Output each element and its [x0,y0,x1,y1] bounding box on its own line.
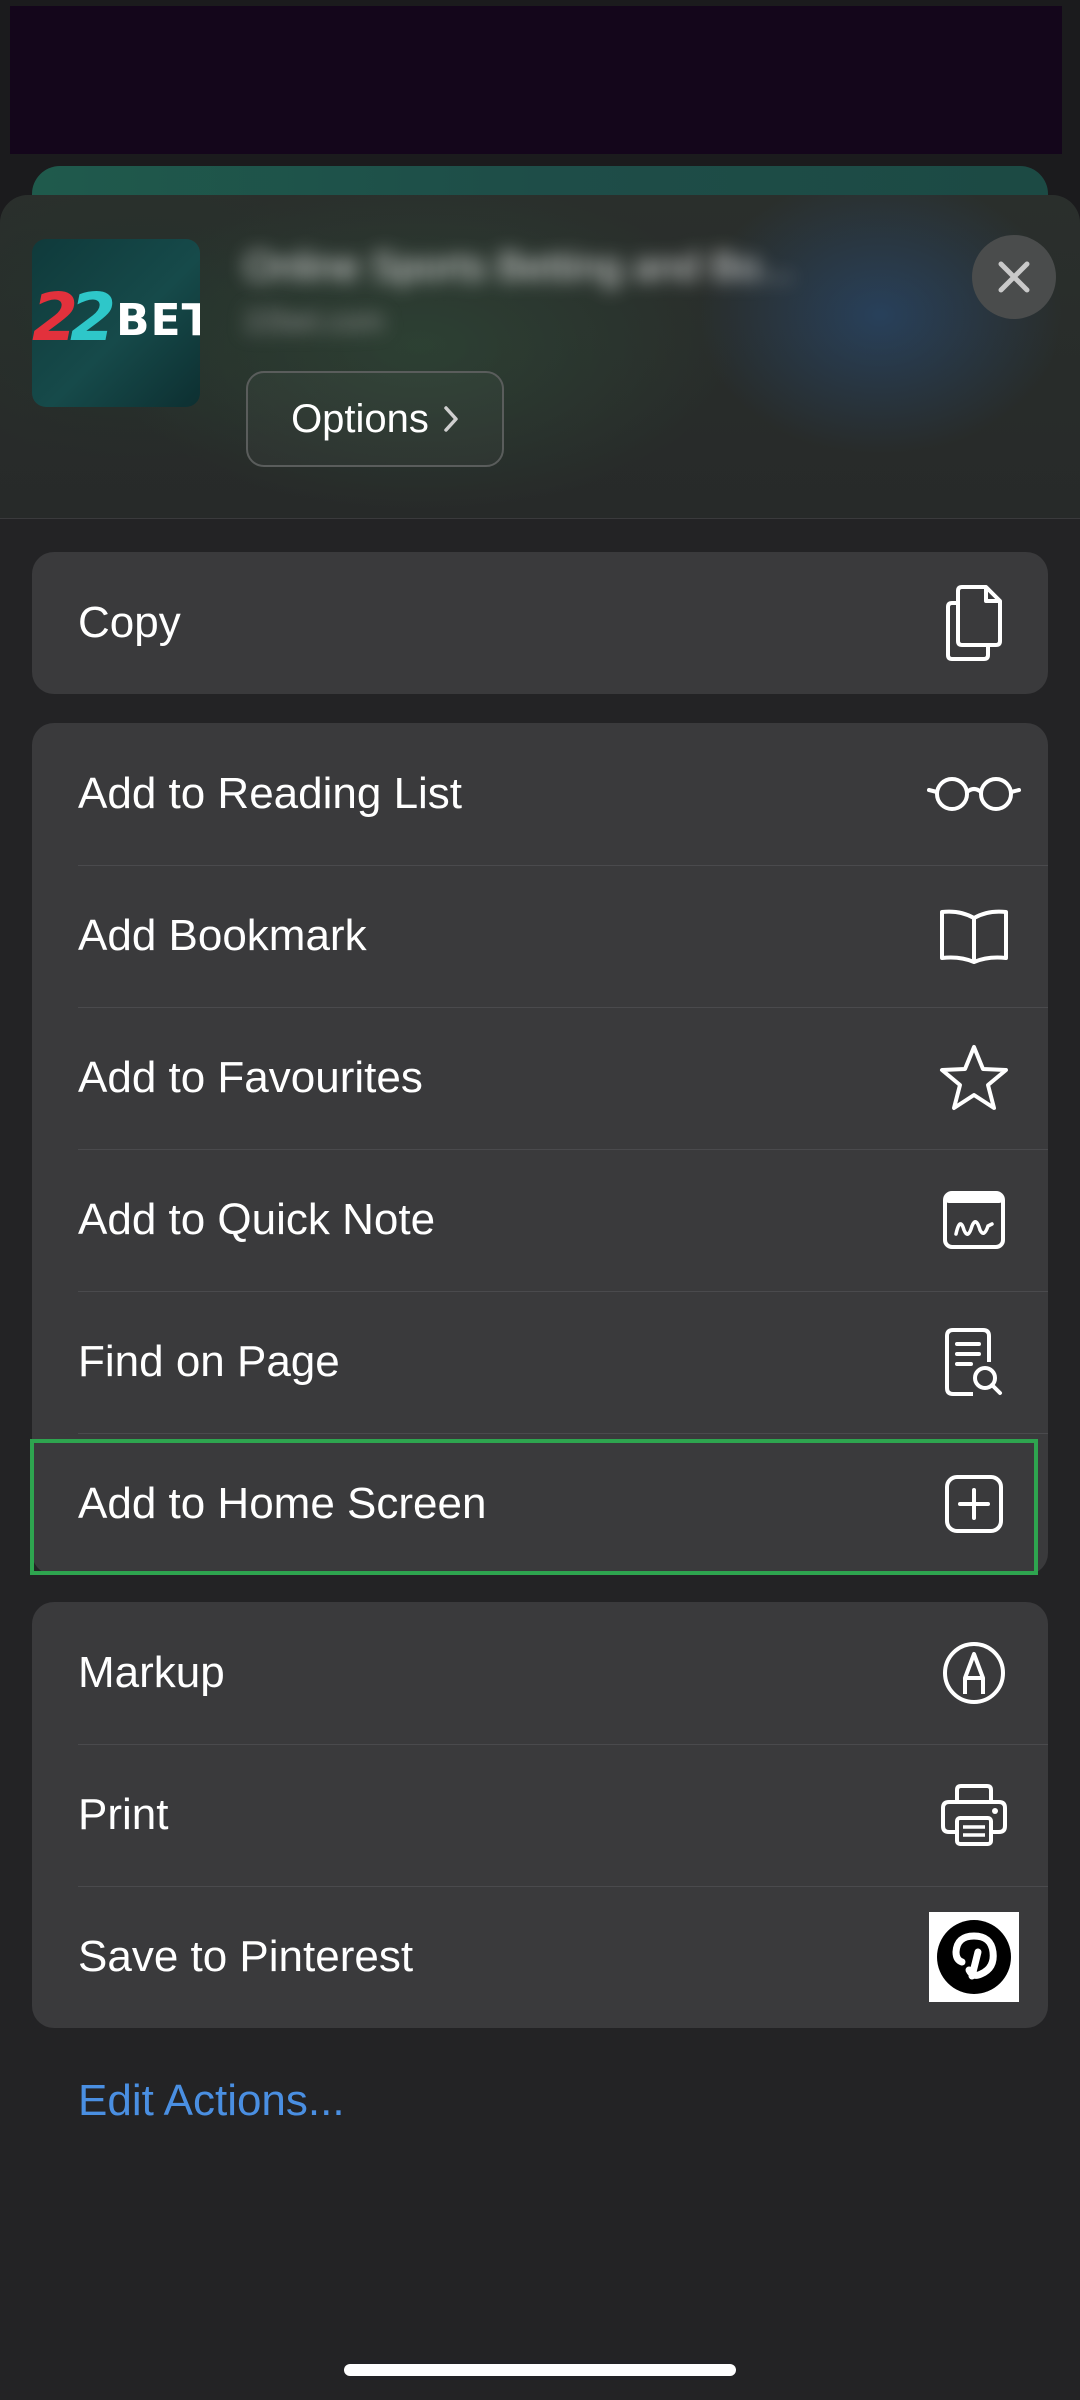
star-icon [926,1030,1022,1126]
home-indicator[interactable] [344,2364,736,2376]
action-print[interactable]: Print [32,1744,1048,1886]
copy-icon [926,575,1022,671]
chevron-right-icon [444,406,458,432]
glasses-icon [926,746,1022,842]
action-add-to-quick-note[interactable]: Add to Quick Note [32,1149,1048,1291]
page-title: Online Sports Betting and Bo... [244,245,794,289]
find-document-icon [926,1314,1022,1410]
action-add-bookmark[interactable]: Add Bookmark [32,865,1048,1007]
action-label: Add to Reading List [78,769,463,818]
action-add-to-favourites[interactable]: Add to Favourites [32,1007,1048,1149]
markup-pen-icon [926,1625,1022,1721]
action-label: Save to Pinterest [78,1932,414,1981]
site-icon: 22 BET [32,239,200,407]
action-copy[interactable]: Copy [32,552,1048,694]
action-find-on-page[interactable]: Find on Page [32,1291,1048,1433]
action-label: Add to Home Screen [78,1479,487,1528]
action-label: Print [78,1790,169,1839]
edit-actions-link[interactable]: Edit Actions... [78,2076,345,2126]
action-save-to-pinterest[interactable]: Save to Pinterest [32,1886,1048,2028]
options-button[interactable]: Options [246,371,504,467]
options-label: Options [291,396,429,441]
background-page-strip [10,6,1062,154]
close-button[interactable] [972,235,1056,319]
quick-note-icon [926,1172,1022,1268]
action-label: Add to Favourites [78,1053,423,1102]
action-label: Markup [78,1648,225,1697]
logo-text: BET [116,295,200,346]
copy-group: Copy [32,552,1048,694]
action-label: Find on Page [78,1337,340,1386]
close-icon [998,261,1030,293]
share-sheet-header: 22 BET Online Sports Betting and Bo... 2… [0,195,1080,519]
action-label: Add Bookmark [78,911,367,960]
action-label: Copy [78,598,181,647]
pinterest-icon [926,1909,1022,2005]
page-actions-group: Add to Reading List Add Bookmark Add to … [32,723,1048,1575]
plus-square-icon [926,1456,1022,1552]
action-add-to-home-screen[interactable]: Add to Home Screen [32,1433,1048,1575]
printer-icon [926,1767,1022,1863]
extra-actions-group: Markup Print Save to Pinterest [32,1602,1048,2028]
page-url: 22bet.com [244,305,385,338]
action-label: Add to Quick Note [78,1195,436,1244]
logo-number: 22 [32,279,116,356]
action-add-to-reading-list[interactable]: Add to Reading List [32,723,1048,865]
book-icon [926,888,1022,984]
action-markup[interactable]: Markup [32,1602,1048,1744]
